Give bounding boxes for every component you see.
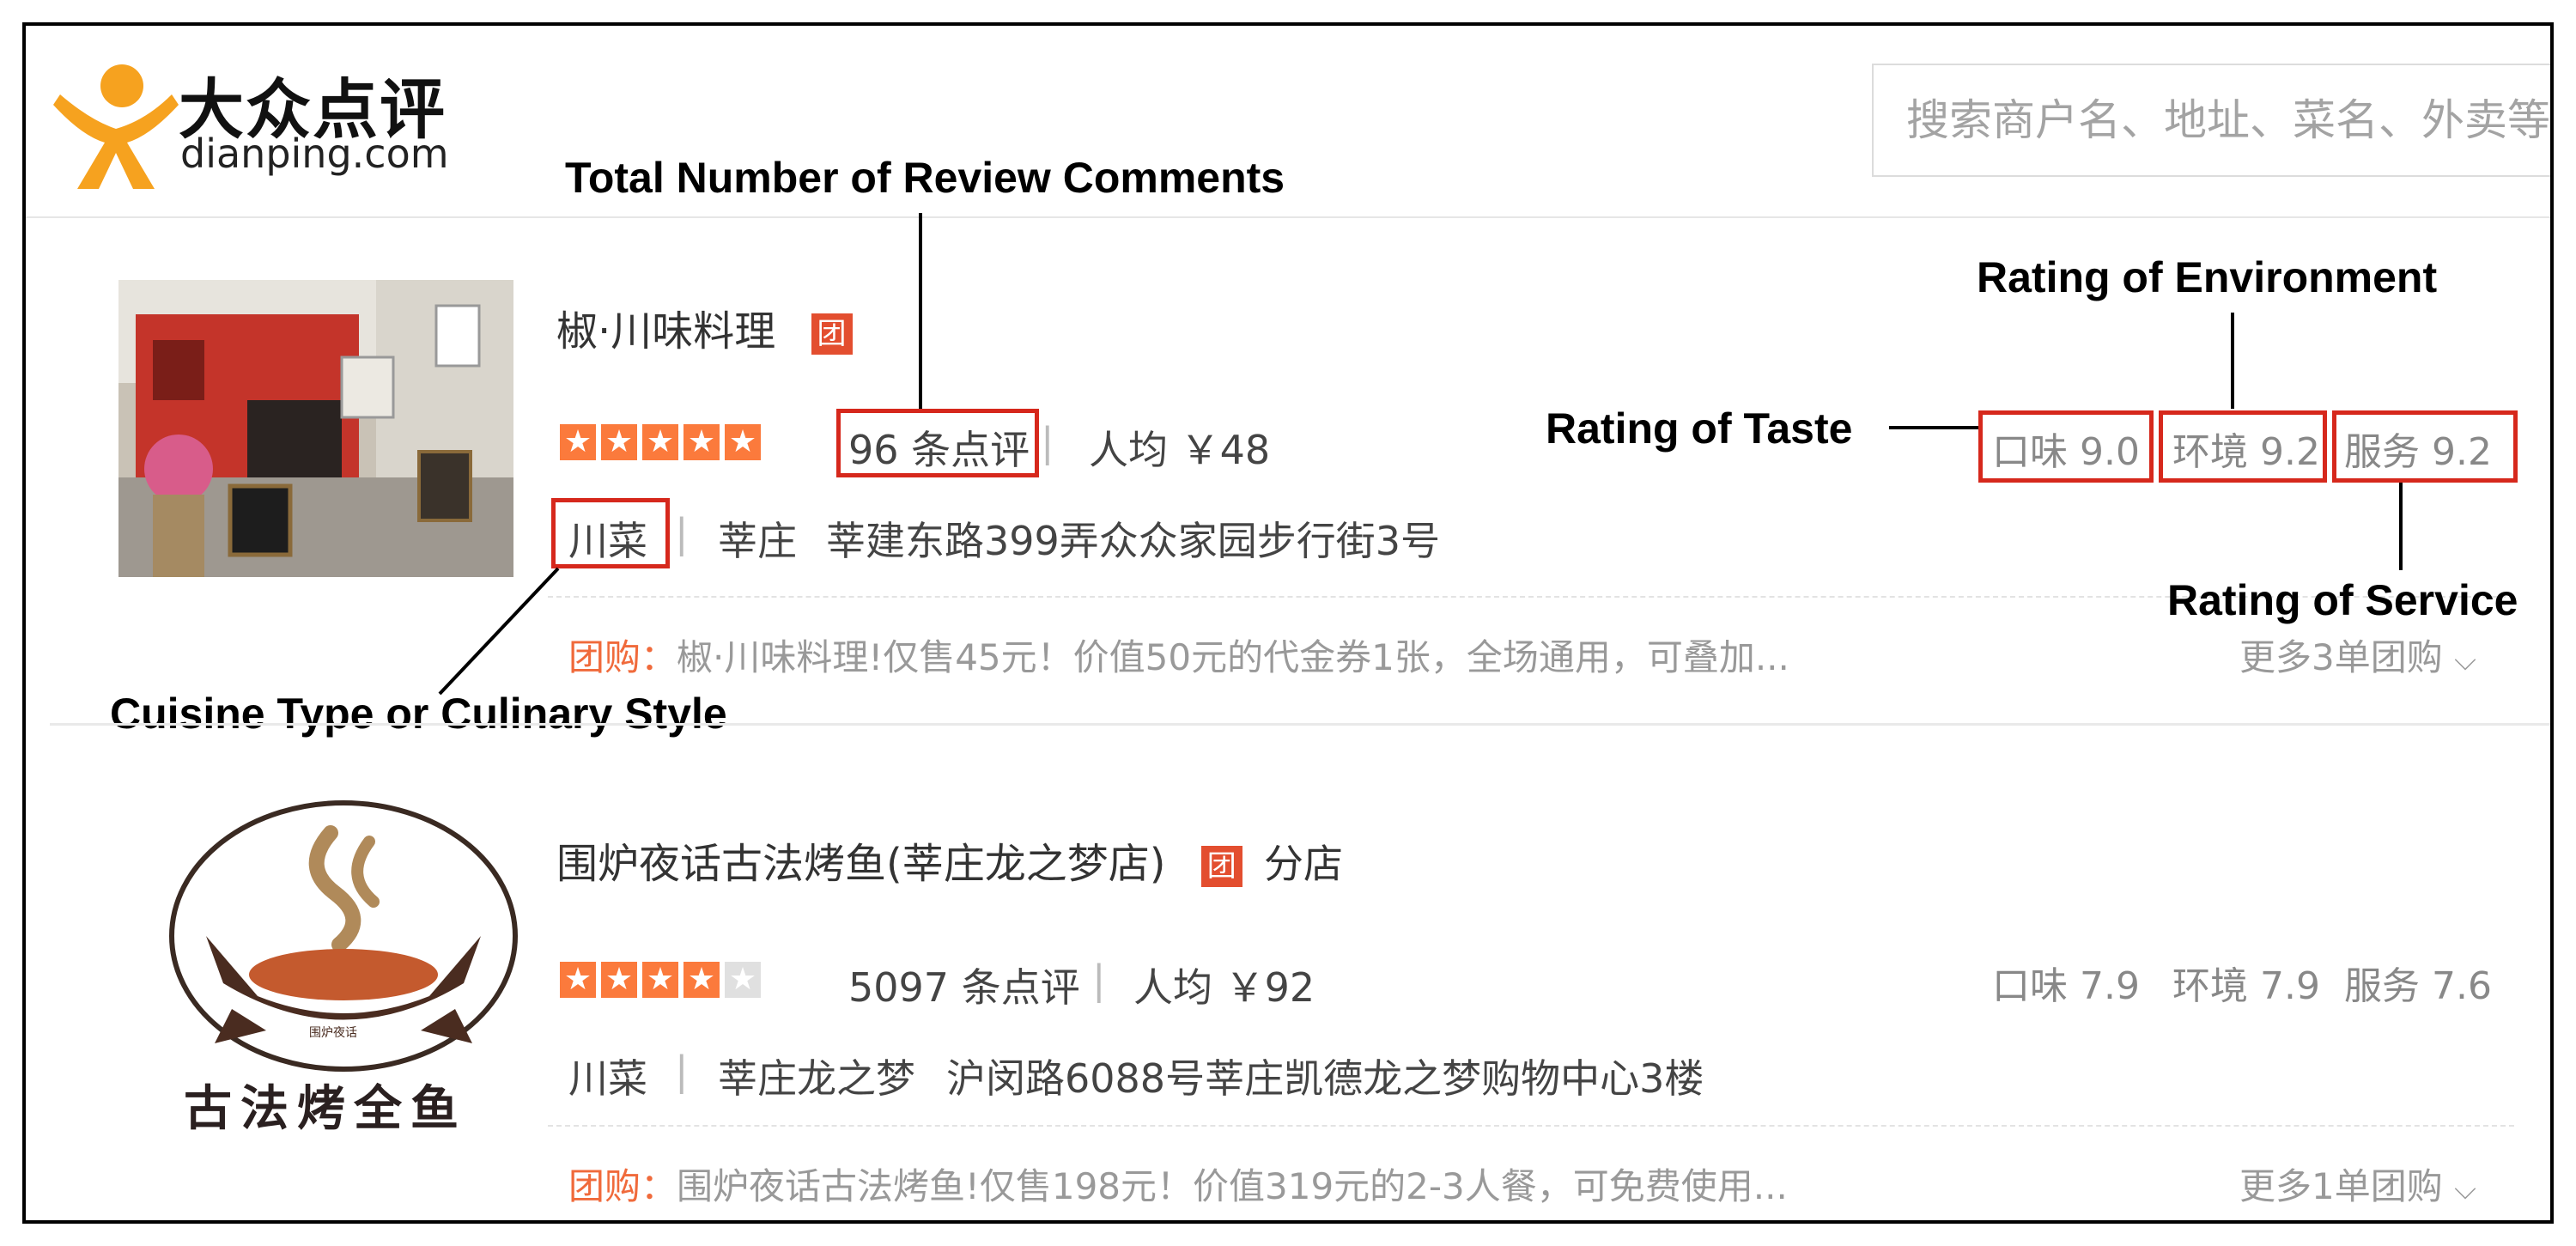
star-filled-icon: ★ — [560, 962, 596, 998]
annotation-leader-line — [438, 567, 560, 696]
separator: | — [675, 1048, 689, 1094]
restaurant-name-text[interactable]: 围炉夜话古法烤鱼(莘庄龙之梦店) — [556, 840, 1165, 888]
annotation-leader-line — [1889, 426, 1978, 429]
dianping-logo-icon[interactable] — [52, 60, 180, 189]
separator: | — [1041, 419, 1054, 465]
group-deal-text[interactable]: 椒·川味料理!仅售45元！价值50元的代金券1张，全场通用，可叠加... — [677, 636, 1789, 678]
group-deal-label: 团购： — [568, 1165, 677, 1207]
dashed-divider — [548, 1125, 2514, 1127]
star-filled-icon: ★ — [601, 424, 637, 460]
star-filled-icon: ★ — [601, 962, 637, 998]
search-input[interactable] — [1874, 65, 2550, 175]
restaurant-name-2[interactable]: 围炉夜话古法烤鱼(莘庄龙之梦店) 团 分店 — [556, 830, 1343, 890]
screenshot-frame: 大众点评 dianping.com Total Number of Review… — [22, 22, 2554, 1224]
restaurant-photo-storefront[interactable] — [118, 280, 513, 577]
highlight-cuisine — [551, 498, 670, 568]
cuisine-type-2[interactable]: 川菜 — [568, 1048, 647, 1104]
star-empty-icon: ★ — [725, 962, 761, 998]
separator: | — [675, 510, 689, 556]
star-filled-icon: ★ — [683, 962, 720, 998]
highlight-review-count — [836, 409, 1039, 477]
annotation-leader-line — [919, 213, 922, 409]
star-filled-icon: ★ — [683, 424, 720, 460]
star-rating-1: ★ ★ ★ ★ ★ — [560, 424, 761, 460]
logo-caption: 古法烤全鱼 — [184, 1081, 467, 1137]
page: 大众点评 dianping.com Total Number of Review… — [26, 26, 2550, 1220]
environment-rating-2: 环境 7.9 — [2172, 964, 2320, 1008]
service-rating-2: 服务 7.6 — [2344, 964, 2492, 1008]
group-deal-1[interactable]: 团购：椒·川味料理!仅售45元！价值50元的代金券1张，全场通用，可叠加... — [568, 629, 1789, 681]
address-1: 莘建东路399弄众众家园步行街3号 — [826, 518, 1441, 564]
average-price-1: 人均 ￥48 — [1089, 427, 1271, 473]
annotation-leader-line — [2399, 483, 2403, 570]
annotation-review-count: Total Number of Review Comments — [565, 154, 1285, 202]
group-deal-label: 团购： — [568, 636, 677, 678]
restaurant-name-1[interactable]: 椒·川味料理 团 — [556, 297, 853, 357]
star-filled-icon: ★ — [725, 424, 761, 460]
taste-rating-2: 口味 7.9 — [1992, 964, 2140, 1008]
more-deals-2[interactable]: 更多1单团购 ⌵ — [2239, 1158, 2476, 1210]
highlight-service — [2332, 410, 2518, 483]
highlight-taste — [1978, 410, 2154, 483]
separator: | — [1092, 957, 1106, 1003]
star-filled-icon: ★ — [642, 424, 678, 460]
more-deals-text[interactable]: 更多1单团购 — [2239, 1165, 2443, 1207]
chevron-down-icon: ⌵ — [2454, 1172, 2476, 1206]
star-filled-icon: ★ — [642, 962, 678, 998]
logo-domain-text: dianping.com — [180, 131, 449, 177]
annotation-environment: Rating of Environment — [1977, 253, 2438, 301]
average-price-2: 人均 ￥92 — [1133, 964, 1315, 1011]
chevron-down-icon: ⌵ — [2454, 643, 2476, 678]
area-1[interactable]: 莘庄 — [718, 510, 797, 567]
annotation-service: Rating of Service — [2167, 576, 2518, 624]
annotation-leader-line — [2231, 313, 2234, 409]
listing-divider — [50, 723, 2550, 726]
site-header: 大众点评 dianping.com — [26, 26, 2550, 218]
group-deal-2[interactable]: 团购：围炉夜话古法烤鱼!仅售198元！价值319元的2-3人餐，可免费使用... — [568, 1158, 1788, 1210]
address-2: 沪闵路6088号莘庄凯德龙之梦购物中心3楼 — [946, 1055, 1704, 1102]
annotation-cuisine: Cuisine Type or Culinary Style — [110, 690, 727, 738]
annotation-taste: Rating of Taste — [1546, 404, 1853, 453]
logo-small-caption: 围炉夜话 — [309, 1026, 357, 1040]
highlight-environment — [2159, 410, 2327, 483]
branch-label[interactable]: 分店 — [1264, 841, 1343, 887]
group-deal-text[interactable]: 围炉夜话古法烤鱼!仅售198元！价值319元的2-3人餐，可免费使用... — [677, 1165, 1788, 1207]
star-rating-2: ★ ★ ★ ★ ★ — [560, 962, 761, 998]
star-filled-icon: ★ — [560, 424, 596, 460]
group-buy-badge: 团 — [1200, 846, 1242, 887]
more-deals-1[interactable]: 更多3单团购 ⌵ — [2239, 629, 2476, 681]
group-buy-badge: 团 — [811, 313, 853, 355]
more-deals-text[interactable]: 更多3单团购 — [2239, 636, 2443, 678]
review-count-2[interactable]: 5097 条点评 — [848, 957, 1080, 1013]
area-2[interactable]: 莘庄龙之梦 — [718, 1048, 915, 1104]
restaurant-name-text[interactable]: 椒·川味料理 — [556, 307, 775, 356]
search-box[interactable] — [1872, 64, 2550, 177]
